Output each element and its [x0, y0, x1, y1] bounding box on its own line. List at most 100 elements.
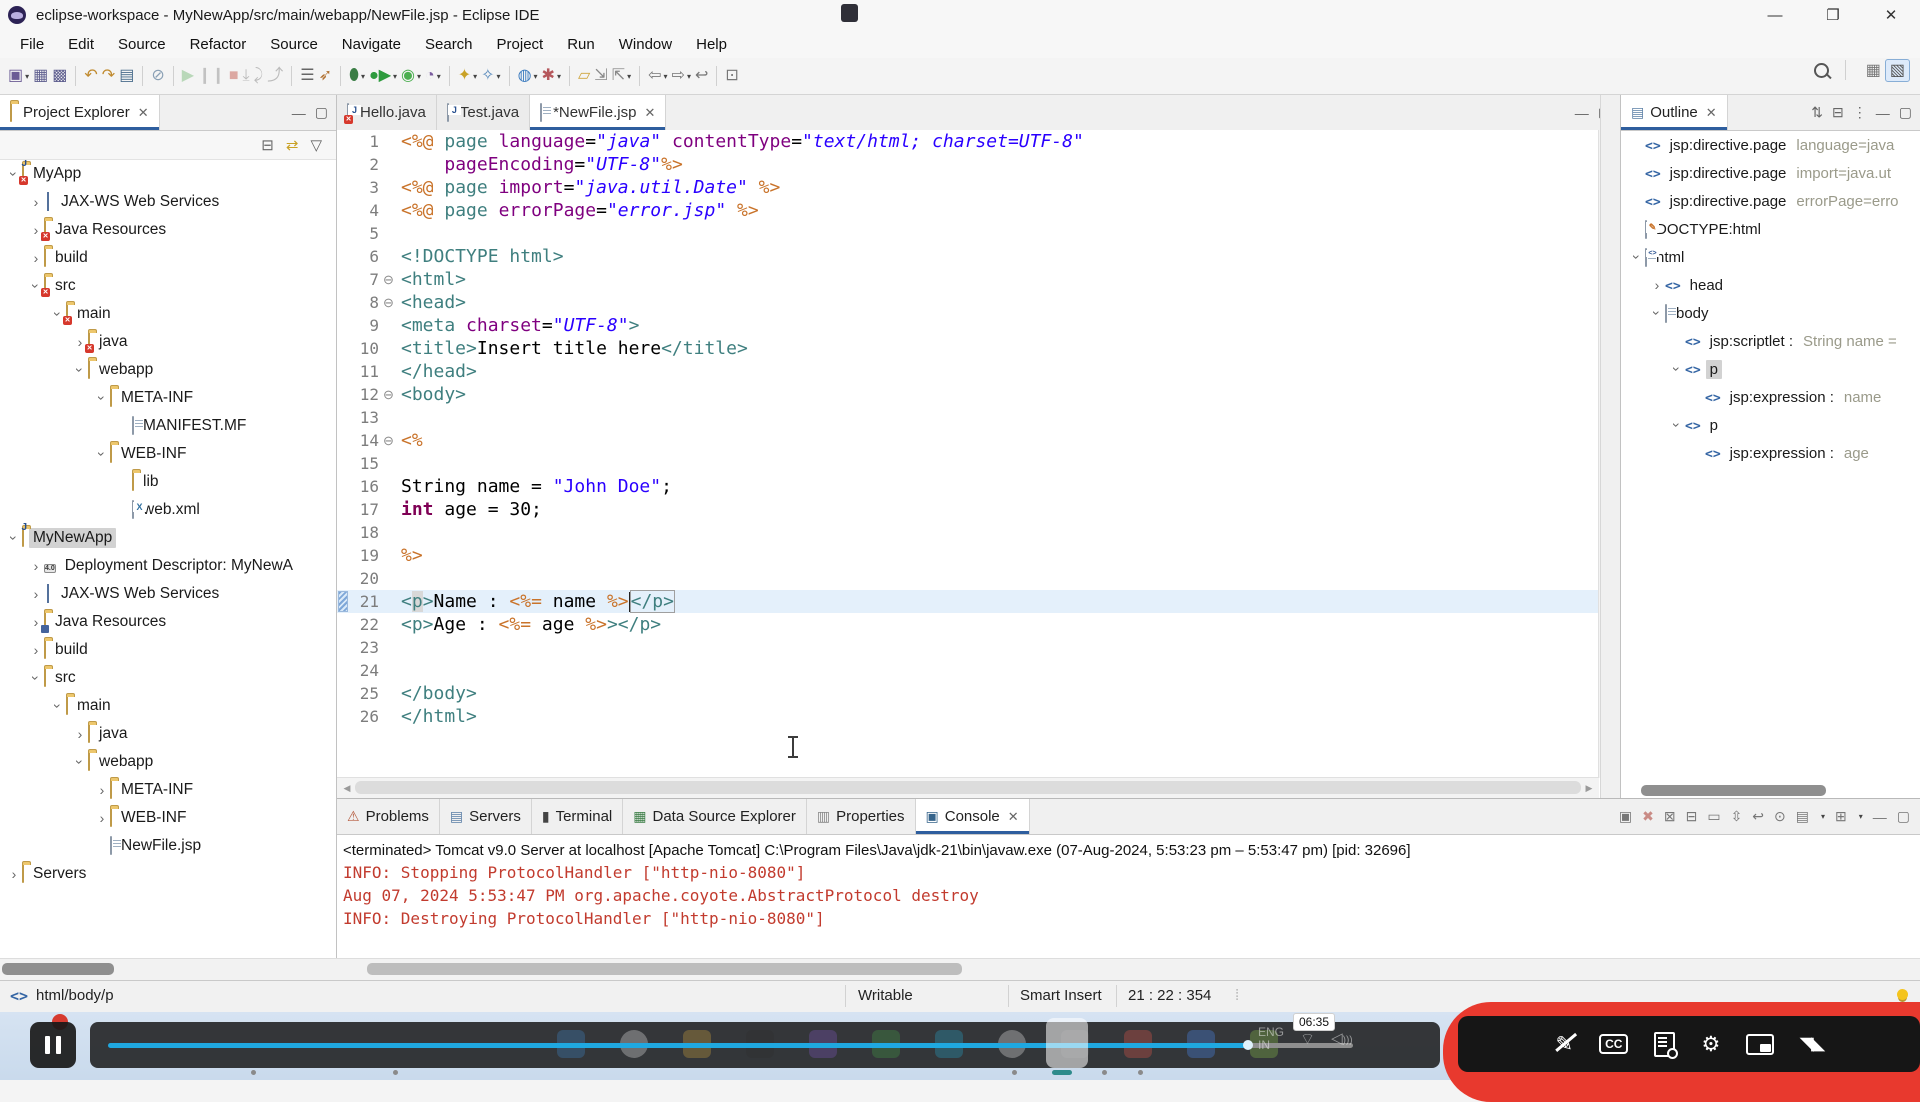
- expand-arrow-icon[interactable]: ›: [28, 586, 44, 602]
- tree-item-main[interactable]: ›✕main: [0, 300, 336, 328]
- menu-run[interactable]: Run: [555, 36, 607, 53]
- console-tab-properties[interactable]: ▥Properties: [807, 799, 916, 834]
- tree-item-lib[interactable]: lib: [0, 468, 336, 496]
- settings-gear-icon[interactable]: ⚙: [1701, 1032, 1720, 1057]
- annotations-off-icon[interactable]: ✎: [1556, 1032, 1574, 1057]
- suspend-icon[interactable]: ❙❙: [198, 64, 225, 88]
- expand-arrow-icon[interactable]: ›: [94, 446, 110, 462]
- collapse-all-icon[interactable]: ⊟: [261, 136, 274, 154]
- close-icon[interactable]: ✕: [1008, 809, 1019, 825]
- tab-project-explorer[interactable]: Project Explorer ✕: [0, 95, 160, 130]
- chevron-down-icon[interactable]: ▾: [687, 72, 691, 81]
- chevron-down-icon[interactable]: ▾: [25, 72, 29, 81]
- expand-arrow-icon[interactable]: ›: [72, 726, 88, 742]
- menu-file[interactable]: File: [8, 36, 56, 53]
- editor-tab-test-java[interactable]: JTest.java: [437, 95, 530, 130]
- close-icon[interactable]: ✕: [138, 105, 149, 121]
- step-into-icon[interactable]: ⤓: [243, 64, 250, 88]
- menu-edit[interactable]: Edit: [56, 36, 106, 53]
- fold-collapse-icon[interactable]: ⊖: [383, 272, 401, 288]
- expand-arrow-icon[interactable]: ›: [94, 782, 110, 798]
- editor-tab-hello-java[interactable]: J✕Hello.java: [337, 95, 437, 130]
- scroll-right-icon[interactable]: ▶: [1579, 783, 1599, 794]
- lightbulb-icon[interactable]: [1897, 989, 1908, 1000]
- tree-item-java[interactable]: ›java: [0, 720, 336, 748]
- tree-item-build[interactable]: ›build: [0, 636, 336, 664]
- import-icon[interactable]: ⇲: [594, 64, 607, 88]
- close-button[interactable]: ✕: [1862, 0, 1920, 30]
- outline-item-jsp-directive-page[interactable]: <>jsp:directive.pageimport=java.ut: [1621, 159, 1920, 187]
- menu-source[interactable]: Source: [106, 36, 178, 53]
- tree-item-deployment-descriptor-mynewa[interactable]: ›4.0Deployment Descriptor: MyNewA: [0, 552, 336, 580]
- menu-project[interactable]: Project: [485, 36, 556, 53]
- new-web-service-icon[interactable]: ✦▾: [458, 64, 477, 88]
- minimize-view-icon[interactable]: —: [292, 105, 306, 121]
- expand-arrow-icon[interactable]: ›: [28, 642, 44, 658]
- debug-icon[interactable]: ⬮▾: [349, 64, 365, 88]
- expand-arrow-icon[interactable]: ›: [6, 866, 22, 882]
- outline-item-p[interactable]: ›<>p: [1621, 411, 1920, 439]
- outline-item-p[interactable]: ›<>p: [1621, 355, 1920, 383]
- playhead[interactable]: [1243, 1040, 1253, 1050]
- close-icon[interactable]: ✕: [644, 105, 655, 121]
- forward-icon[interactable]: ⇨▾: [672, 64, 691, 88]
- tree-item-main[interactable]: ›main: [0, 692, 336, 720]
- menu-source[interactable]: Source: [258, 36, 330, 53]
- last-edit-icon[interactable]: ↩: [695, 64, 708, 88]
- tree-item-manifest-mf[interactable]: MANIFEST.MF: [0, 412, 336, 440]
- picture-in-picture-icon[interactable]: [1746, 1034, 1774, 1055]
- terminate-icon[interactable]: ■: [229, 64, 239, 88]
- remove-launch-icon[interactable]: ⊠: [1664, 808, 1676, 825]
- chevron-down-icon[interactable]: ▾: [473, 72, 477, 81]
- profile-icon[interactable]: ◔▾: [425, 64, 441, 88]
- tree-item-myapp[interactable]: ›J✕MyApp: [0, 160, 336, 188]
- external-tools-icon[interactable]: ✱▾: [542, 64, 561, 88]
- code-editor[interactable]: 1<%@ page language="java" contentType="t…: [337, 130, 1599, 778]
- outline-item-jsp-expression-[interactable]: <>jsp:expression : name: [1621, 383, 1920, 411]
- menu-window[interactable]: Window: [607, 36, 684, 53]
- expand-arrow-icon[interactable]: ›: [28, 558, 44, 574]
- chevron-down-icon[interactable]: ▾: [627, 72, 631, 81]
- undo-icon[interactable]: ↶: [84, 64, 97, 88]
- open-task-icon[interactable]: ➶: [319, 64, 332, 88]
- menu-help[interactable]: Help: [684, 36, 739, 53]
- console-tab-console[interactable]: ▣Console✕: [916, 799, 1030, 834]
- console-tab-data-source-explorer[interactable]: ▦Data Source Explorer: [623, 799, 807, 834]
- show-console-type-icon[interactable]: ▣: [1619, 808, 1632, 825]
- fold-collapse-icon[interactable]: ⊖: [383, 433, 401, 449]
- mark-occurrences-icon[interactable]: ☰: [300, 64, 314, 88]
- tree-item-java-resources[interactable]: ›Java Resources: [0, 608, 336, 636]
- project-explorer-hscroll-thumb[interactable]: [2, 963, 114, 975]
- save-all-icon[interactable]: ▩: [52, 64, 67, 88]
- expand-arrow-icon[interactable]: ›: [28, 194, 44, 210]
- expand-arrow-icon[interactable]: ›: [94, 390, 110, 406]
- collapse-all-icon[interactable]: ⊟: [1832, 104, 1844, 121]
- tree-item-jax-ws-web-services[interactable]: ›JAX-WS Web Services: [0, 580, 336, 608]
- chevron-down-icon[interactable]: ▾: [534, 72, 538, 81]
- open-console-icon[interactable]: ⊞: [1835, 808, 1847, 825]
- outline-horizontal-scrollbar[interactable]: [1641, 785, 1826, 796]
- perspective-current[interactable]: ▧: [1885, 59, 1910, 82]
- expand-arrow-icon[interactable]: ›: [28, 670, 44, 686]
- tree-item-java-resources[interactable]: ›✕Java Resources: [0, 216, 336, 244]
- chevron-down-icon[interactable]: ▾: [557, 72, 561, 81]
- redo-icon[interactable]: ↷: [102, 64, 115, 88]
- transcript-icon[interactable]: [1654, 1032, 1675, 1057]
- pin-editor-icon[interactable]: ⊡: [725, 64, 738, 88]
- resume-icon[interactable]: ▶: [182, 64, 194, 88]
- console-tab-terminal[interactable]: ▮Terminal: [532, 799, 623, 834]
- tree-item-servers[interactable]: ›Servers: [0, 860, 336, 888]
- outline-item-jsp-directive-page[interactable]: <>jsp:directive.pagelanguage=java: [1621, 131, 1920, 159]
- view-menu-icon[interactable]: ⋮: [1853, 104, 1867, 121]
- web-browser-icon[interactable]: ◍▾: [518, 64, 538, 88]
- chevron-down-icon[interactable]: ▾: [1859, 812, 1863, 821]
- link-with-editor-icon[interactable]: ⇄: [286, 136, 299, 154]
- captions-icon[interactable]: CC: [1599, 1034, 1628, 1054]
- export-icon[interactable]: ⇱▾: [612, 64, 631, 88]
- menu-navigate[interactable]: Navigate: [330, 36, 413, 53]
- outline-item-head[interactable]: ›<>head: [1621, 271, 1920, 299]
- tree-item-meta-inf[interactable]: ›META-INF: [0, 776, 336, 804]
- editor-horizontal-scrollbar[interactable]: ◀ ▶: [337, 777, 1599, 798]
- tree-item-webapp[interactable]: ›webapp: [0, 748, 336, 776]
- restore-button[interactable]: ❐: [1804, 0, 1862, 30]
